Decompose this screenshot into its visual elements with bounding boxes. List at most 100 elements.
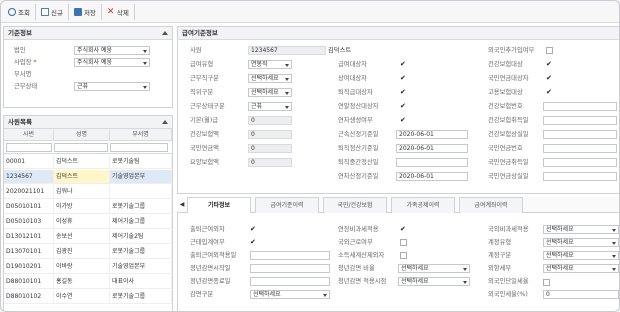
field-label: 계정구분 bbox=[488, 252, 512, 259]
checkbox[interactable]: ✔ bbox=[546, 89, 553, 96]
table-row[interactable]: D88010101 홍길동 대표이사 bbox=[4, 275, 172, 289]
checkbox[interactable]: ✔ bbox=[250, 226, 257, 233]
chevron-down-icon bbox=[285, 77, 289, 81]
date-field[interactable]: 2020-06-01 bbox=[396, 172, 468, 181]
check-label: 출퇴근여외적용일 bbox=[190, 252, 237, 259]
option-select[interactable]: 선택하세요 bbox=[543, 238, 619, 247]
option-select[interactable]: 선택하세요 bbox=[543, 225, 619, 234]
chevron-down-icon bbox=[323, 293, 327, 297]
table-row[interactable]: D88010102 이수연 로봇기술그룹 bbox=[4, 290, 172, 304]
text-field[interactable] bbox=[543, 130, 617, 139]
collapse-icon[interactable] bbox=[162, 31, 168, 35]
corp-select[interactable]: 주식회사 예웅 bbox=[74, 46, 150, 55]
tab-prev-icon[interactable]: ◀ bbox=[177, 197, 187, 213]
cell-empno: D88010101 bbox=[4, 275, 54, 288]
care-amount-field: 0 bbox=[248, 158, 292, 167]
text-field[interactable] bbox=[543, 116, 617, 125]
table-row[interactable]: 1234567 김덕스트 기술영업본부 bbox=[4, 170, 172, 184]
cell-name: 김광진 bbox=[54, 245, 110, 258]
base-amount-label: 기본(월)급 bbox=[190, 117, 219, 124]
work-type-select[interactable]: 선택하세요 bbox=[248, 74, 292, 83]
cell-dept: 기술영업본부 bbox=[110, 260, 172, 273]
chevron-down-icon bbox=[143, 61, 147, 65]
text-field[interactable] bbox=[250, 251, 330, 260]
filter-empno-input[interactable] bbox=[6, 143, 52, 152]
col-header-name[interactable]: 성명 bbox=[54, 129, 110, 140]
option-select[interactable]: 선택하세요 bbox=[543, 264, 619, 273]
col-header-dept[interactable]: 부서명 bbox=[110, 129, 172, 140]
chevron-down-icon bbox=[612, 228, 616, 232]
tab-other-info[interactable]: 기타정보 bbox=[187, 197, 251, 213]
check-label: 국민연금대상자 bbox=[488, 75, 529, 82]
table-row[interactable]: 00001 김덕스트 로봇기술팀 bbox=[4, 155, 172, 169]
date-field[interactable] bbox=[396, 158, 468, 167]
new-button[interactable]: 신규 bbox=[36, 3, 69, 20]
youth-apply-select[interactable]: 선택하세요 bbox=[398, 277, 470, 286]
checkbox[interactable]: ✔ bbox=[400, 75, 407, 82]
check-label: 퇴직급대상자 bbox=[338, 89, 373, 96]
collapse-icon[interactable] bbox=[162, 120, 168, 124]
delete-button[interactable]: ✕ 삭제 bbox=[102, 3, 135, 20]
delete-icon: ✕ bbox=[106, 6, 115, 17]
table-row[interactable]: D19010201 이바랑 기술영업본부 bbox=[4, 260, 172, 274]
save-button[interactable]: 저장 bbox=[69, 3, 102, 20]
date-field[interactable]: 2020-06-01 bbox=[396, 130, 468, 139]
pay-type-select[interactable]: 연봉직 bbox=[248, 60, 292, 69]
table-row[interactable]: D05010101 이가방 로봇기술그룹 bbox=[4, 200, 172, 214]
text-field[interactable] bbox=[543, 102, 617, 111]
checkbox[interactable]: ✔ bbox=[400, 61, 407, 68]
checkbox[interactable] bbox=[400, 239, 407, 246]
dept-label: 부서명 bbox=[14, 71, 32, 78]
tab-family-deduction[interactable]: 가족공제이력 bbox=[391, 197, 455, 213]
text-field[interactable] bbox=[543, 158, 617, 167]
checkbox[interactable]: ✔ bbox=[546, 61, 553, 68]
foreign-rate-field[interactable]: 0 bbox=[543, 290, 619, 299]
table-row[interactable]: 2020021101 김워나 bbox=[4, 185, 172, 199]
cell-dept: 제어기술그룹 bbox=[110, 215, 172, 228]
checkbox[interactable]: ✔ bbox=[250, 239, 257, 246]
date-label: 퇴직정산기준일 bbox=[338, 145, 379, 152]
checkbox[interactable]: ✔ bbox=[546, 75, 553, 82]
table-row[interactable]: D05010103 이성휴 제어기술그룹 bbox=[4, 215, 172, 229]
filter-dept-input[interactable] bbox=[110, 143, 168, 152]
date-label: 퇴직중간정산일 bbox=[338, 159, 379, 166]
check-label: 출퇴근여외자 bbox=[190, 226, 225, 233]
cell-empno: 00001 bbox=[4, 155, 54, 168]
check-label: 국외근로여부 bbox=[338, 239, 373, 246]
pension-amount-field: 0 bbox=[248, 144, 292, 153]
text-field[interactable] bbox=[543, 144, 617, 153]
tab-insurance[interactable]: 국민/건강보험 bbox=[323, 197, 387, 213]
tab-pay-history[interactable]: 급여기준이력 bbox=[255, 197, 319, 213]
field-label: 외항세부 bbox=[488, 265, 512, 272]
option-select[interactable]: 선택하세요 bbox=[543, 251, 619, 260]
checkbox[interactable] bbox=[400, 252, 407, 259]
work-class-select[interactable]: 근퓨 bbox=[248, 102, 292, 111]
checkbox[interactable]: ✔ bbox=[400, 103, 407, 110]
filter-name-input[interactable] bbox=[54, 143, 108, 152]
date-field[interactable]: 2020-06-01 bbox=[396, 144, 468, 153]
cell-dept: 로봇기술그룹 bbox=[110, 290, 172, 303]
cell-empno: D88010102 bbox=[4, 290, 54, 303]
search-button[interactable]: 조회 bbox=[3, 3, 36, 20]
checkbox[interactable]: ✔ bbox=[400, 226, 407, 233]
cell-empno: D13012101 bbox=[4, 230, 54, 243]
foreign-flat-checkbox[interactable] bbox=[543, 279, 550, 286]
checkbox[interactable] bbox=[546, 47, 553, 54]
checkbox[interactable]: ✔ bbox=[400, 89, 407, 96]
grid-filter-row bbox=[4, 142, 172, 154]
youth-rate-select[interactable]: 선택하세요 bbox=[398, 264, 470, 273]
text-field[interactable] bbox=[250, 277, 330, 286]
text-field[interactable] bbox=[250, 264, 330, 273]
table-row[interactable]: D13070101 김광진 로봇기술그룹 bbox=[4, 245, 172, 259]
table-row[interactable]: D13012101 송보선 제어기술2팀 bbox=[4, 230, 172, 244]
reduction-select[interactable]: 선택하세요 bbox=[250, 290, 330, 299]
status-select[interactable]: 근퓨 bbox=[74, 82, 150, 91]
col-header-empno[interactable]: 사번 bbox=[4, 129, 54, 140]
checkbox[interactable]: ✔ bbox=[400, 117, 407, 124]
text-field[interactable] bbox=[543, 172, 617, 181]
job-type-select[interactable]: 선택하세요 bbox=[248, 88, 292, 97]
site-select[interactable]: 주식회사 예웅 bbox=[74, 58, 150, 67]
tab-account-history[interactable]: 급여계좌이력 bbox=[459, 197, 523, 213]
status-label: 근무상태 bbox=[14, 83, 38, 90]
chevron-down-icon bbox=[463, 267, 467, 271]
